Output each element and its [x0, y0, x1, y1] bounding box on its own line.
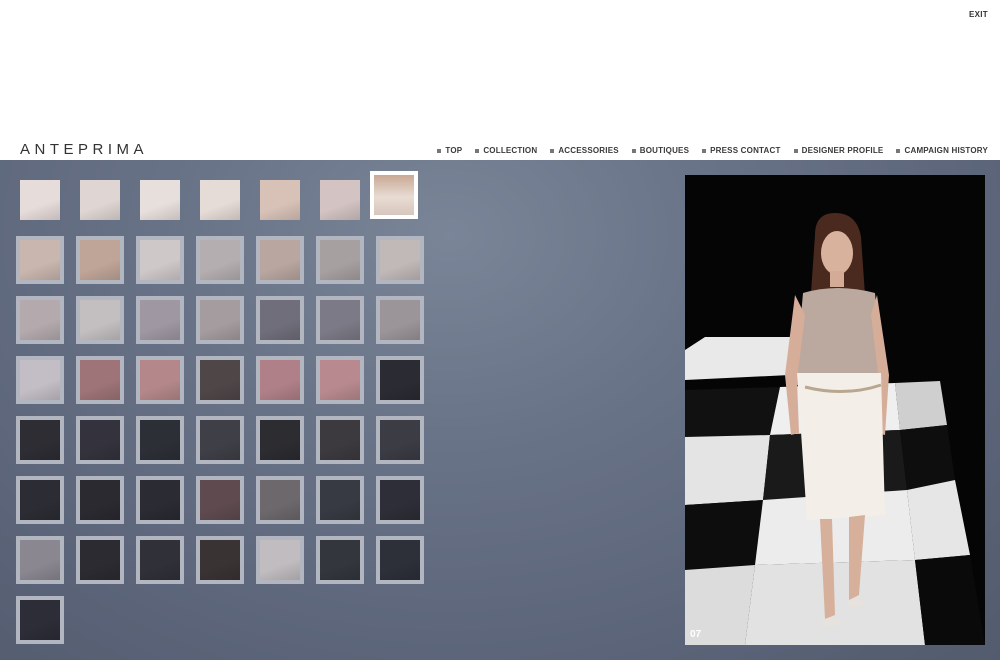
nav-bullet-icon: [631, 148, 636, 153]
look-photo: 07: [685, 175, 985, 645]
look-thumbnail[interactable]: [376, 476, 424, 524]
look-thumbnail[interactable]: [16, 416, 64, 464]
look-thumbnail[interactable]: [260, 180, 300, 220]
look-thumbnail[interactable]: [16, 236, 64, 284]
look-thumbnail[interactable]: [256, 416, 304, 464]
nav-bullet-icon: [550, 148, 555, 153]
nav-press-contact[interactable]: PRESS CONTACT: [702, 146, 780, 155]
look-thumbnail[interactable]: [76, 296, 124, 344]
look-thumbnail[interactable]: [316, 416, 364, 464]
look-thumbnail[interactable]: [136, 476, 184, 524]
look-number: 07: [690, 629, 702, 640]
look-thumbnail[interactable]: [76, 416, 124, 464]
look-thumbnail[interactable]: [320, 180, 360, 220]
look-thumbnail[interactable]: [196, 476, 244, 524]
nav-bullet-icon: [702, 148, 707, 153]
nav-label: CAMPAIGN HISTORY: [904, 146, 988, 155]
look-thumbnail[interactable]: [136, 296, 184, 344]
nav-top[interactable]: TOP: [437, 146, 462, 155]
nav-bullet-icon: [437, 148, 442, 153]
collection-stage: 07: [0, 160, 1000, 660]
look-thumbnail[interactable]: [16, 536, 64, 584]
nav-accessories[interactable]: ACCESSORIES: [550, 146, 619, 155]
look-thumbnail[interactable]: [16, 596, 64, 644]
look-thumbnail[interactable]: [136, 356, 184, 404]
look-thumbnail[interactable]: [196, 236, 244, 284]
look-thumbnail[interactable]: [196, 356, 244, 404]
look-thumbnail-selected[interactable]: [370, 171, 418, 219]
look-thumbnail[interactable]: [376, 536, 424, 584]
look-thumbnail[interactable]: [140, 180, 180, 220]
look-thumbnail[interactable]: [256, 476, 304, 524]
look-thumbnail[interactable]: [256, 236, 304, 284]
look-thumbnail[interactable]: [376, 416, 424, 464]
look-thumbnail[interactable]: [80, 180, 120, 220]
look-thumbnail[interactable]: [376, 356, 424, 404]
look-thumbnail[interactable]: [376, 296, 424, 344]
look-thumbnail[interactable]: [196, 296, 244, 344]
nav-campaign-history[interactable]: CAMPAIGN HISTORY: [896, 146, 988, 155]
look-thumbnail[interactable]: [136, 536, 184, 584]
nav-label: ACCESSORIES: [558, 146, 619, 155]
look-thumbnail[interactable]: [316, 236, 364, 284]
nav-bullet-icon: [896, 148, 901, 153]
nav-boutiques[interactable]: BOUTIQUES: [631, 146, 690, 155]
look-thumbnail[interactable]: [316, 356, 364, 404]
look-thumbnail[interactable]: [136, 236, 184, 284]
main-nav: TOP COLLECTION ACCESSORIES BOUTIQUES PRESS C…: [437, 146, 988, 155]
look-thumbnail[interactable]: [200, 180, 240, 220]
look-thumbnail[interactable]: [76, 236, 124, 284]
nav-label: PRESS CONTACT: [710, 146, 781, 155]
exit-link[interactable]: EXIT: [969, 10, 988, 19]
look-thumbnail[interactable]: [376, 236, 424, 284]
look-thumbnail[interactable]: [16, 356, 64, 404]
look-thumbnail[interactable]: [16, 296, 64, 344]
look-thumbnail[interactable]: [16, 476, 64, 524]
look-thumbnail[interactable]: [136, 416, 184, 464]
runway-photo-image: [685, 175, 985, 645]
look-thumbnail[interactable]: [76, 476, 124, 524]
nav-label: TOP: [445, 146, 463, 155]
look-thumbnail[interactable]: [316, 476, 364, 524]
nav-label: BOUTIQUES: [639, 146, 690, 155]
look-thumbnail[interactable]: [196, 536, 244, 584]
nav-bullet-icon: [793, 148, 798, 153]
look-thumbnail[interactable]: [76, 536, 124, 584]
look-thumbnail[interactable]: [20, 180, 60, 220]
look-thumbnail[interactable]: [256, 536, 304, 584]
look-thumbnail[interactable]: [316, 296, 364, 344]
brand-logo[interactable]: ANTEPRIMA: [20, 141, 148, 158]
nav-label: DESIGNER PROFILE: [801, 146, 884, 155]
look-thumbnail[interactable]: [256, 296, 304, 344]
look-thumbnail[interactable]: [256, 356, 304, 404]
nav-collection[interactable]: COLLECTION: [475, 146, 537, 155]
nav-bullet-icon: [475, 148, 480, 153]
look-thumbnail[interactable]: [76, 356, 124, 404]
look-thumbnail[interactable]: [196, 416, 244, 464]
look-thumbnail[interactable]: [316, 536, 364, 584]
nav-label: COLLECTION: [483, 146, 538, 155]
nav-designer-profile[interactable]: DESIGNER PROFILE: [793, 146, 884, 155]
